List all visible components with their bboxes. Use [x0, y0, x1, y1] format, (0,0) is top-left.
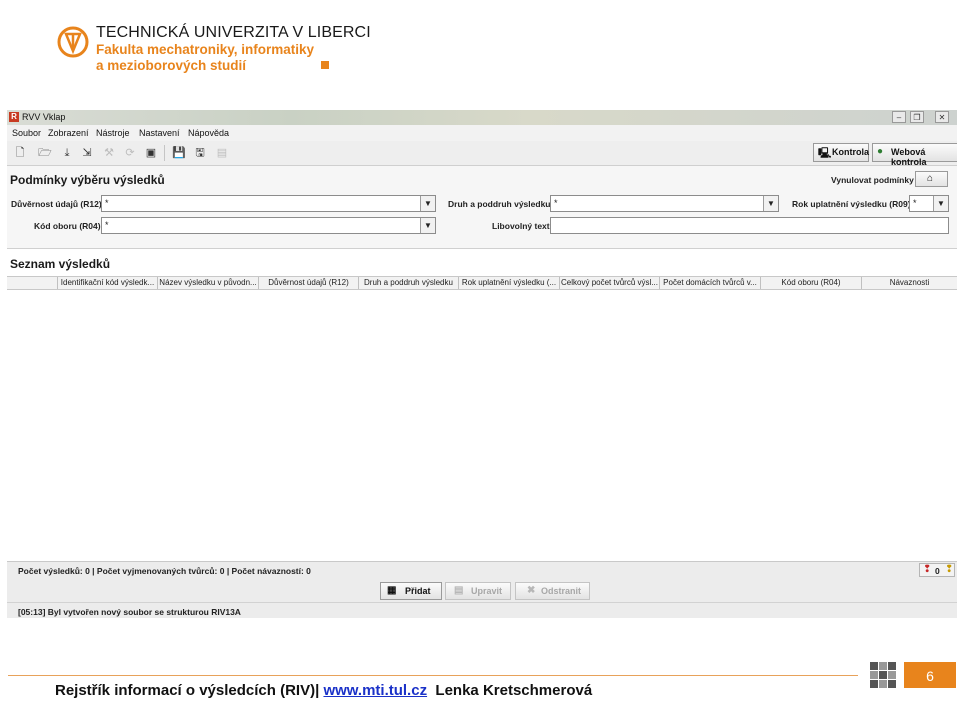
faculty-name-line1: Fakulta mechatroniky, informatiky	[96, 42, 315, 57]
minimize-icon[interactable]: –	[892, 111, 906, 123]
conditions-title: Podmínky výběru výsledků	[10, 173, 165, 187]
column-header-total-authors[interactable]: Celkový počet tvůrců výsl...	[560, 277, 660, 289]
confidentiality-label: Důvěrnost údajů (R12)	[11, 199, 102, 209]
university-name: TECHNICKÁ UNIVERZITA V LIBERCI	[96, 24, 371, 41]
error-counter[interactable]: ❢ 0 ❢	[919, 563, 955, 577]
save-as-icon[interactable]: 🖫	[193, 146, 207, 160]
conditions-panel: Podmínky výběru výsledků Vynulovat podmí…	[7, 166, 957, 249]
results-table-header: Identifikační kód výsledk... Název výsle…	[7, 276, 957, 290]
menu-nastroje[interactable]: Nástroje	[96, 128, 130, 138]
log-bar: [05:13] Byl vytvořen nový soubor se stru…	[7, 602, 957, 618]
tul-logo-icon	[57, 26, 89, 58]
toolbar-separator	[164, 145, 165, 161]
column-header-rownum[interactable]	[7, 277, 58, 289]
tools-icon[interactable]: ⚒	[102, 146, 116, 160]
kontrola-button[interactable]: 🖳 Kontrola	[813, 143, 869, 162]
reset-conditions-label: Vynulovat podmínky	[831, 175, 914, 185]
type-select[interactable]: * ▼	[550, 195, 779, 212]
warning-icon: ❢	[945, 564, 954, 575]
chevron-down-icon[interactable]: ▼	[420, 196, 435, 211]
log-message: [05:13] Byl vytvořen nový soubor se stru…	[18, 607, 241, 617]
year-select[interactable]: * ▼	[909, 195, 949, 212]
monitor-icon: 🖳	[818, 148, 832, 159]
edit-button[interactable]: ▤ Upravit	[445, 582, 511, 600]
footer-author: Lenka Kretschmerová	[435, 682, 593, 699]
free-text-input[interactable]	[550, 217, 949, 234]
reset-conditions-button[interactable]: ⌂	[915, 171, 948, 187]
refresh-icon[interactable]: ⟳	[123, 146, 137, 160]
chevron-down-icon[interactable]: ▼	[420, 218, 435, 233]
menu-nastaveni[interactable]: Nastavení	[139, 128, 180, 138]
faculty-name-line2: a mezioborových studií	[96, 58, 247, 73]
export-icon[interactable]: ⇲	[80, 146, 94, 160]
menu-bar: Soubor Zobrazení Nástroje Nastavení Nápo…	[7, 125, 957, 142]
package-icon[interactable]: ▣	[144, 146, 158, 160]
results-panel: Seznam výsledků Identifikační kód výsled…	[7, 249, 957, 561]
page-number: 6	[904, 662, 956, 688]
action-bar: ▦ Přidat ▤ Upravit ✖ Odstranit	[7, 578, 957, 602]
import-icon[interactable]: ⤓	[60, 146, 74, 160]
chevron-down-icon[interactable]: ▼	[763, 196, 778, 211]
type-label: Druh a poddruh výsledku	[448, 199, 551, 209]
close-icon[interactable]: ✕	[935, 111, 949, 123]
chevron-down-icon[interactable]: ▼	[933, 196, 948, 211]
column-header-id[interactable]: Identifikační kód výsledk...	[58, 277, 158, 289]
add-icon: ▦	[387, 585, 397, 596]
grid-logo-icon	[870, 662, 896, 688]
year-label: Rok uplatnění výsledku (R09)	[792, 199, 911, 209]
error-icon: ❢	[923, 564, 932, 575]
footer-link[interactable]: www.mti.tul.cz	[323, 682, 427, 699]
remove-icon: ✖	[527, 585, 536, 596]
field-label: Kód oboru (R04)	[34, 221, 101, 231]
print-icon[interactable]: ▤	[215, 146, 229, 160]
globe-icon: ●	[877, 146, 884, 157]
app-window: R RVV Vklap – ❐ ✕ Soubor Zobrazení Nástr…	[7, 110, 957, 618]
app-icon: R	[9, 112, 19, 122]
column-header-links[interactable]: Návaznosti	[862, 277, 957, 289]
confidentiality-select[interactable]: * ▼	[101, 195, 436, 212]
column-header-confidentiality[interactable]: Důvěrnost údajů (R12)	[259, 277, 359, 289]
remove-button[interactable]: ✖ Odstranit	[515, 582, 590, 600]
web-kontrola-button[interactable]: ● Webová kontrola	[872, 143, 957, 167]
column-header-type[interactable]: Druh a poddruh výsledku	[359, 277, 459, 289]
field-select[interactable]: * ▼	[101, 217, 436, 234]
menu-napoveda[interactable]: Nápověda	[188, 128, 229, 138]
save-icon[interactable]: 💾	[172, 146, 186, 160]
open-folder-icon[interactable]: 🗁	[38, 146, 52, 160]
edit-icon: ▤	[454, 585, 464, 596]
add-button[interactable]: ▦ Přidat	[380, 582, 442, 600]
status-counts: Počet výsledků: 0 | Počet vyjmenovaných …	[18, 566, 311, 576]
status-bar: Počet výsledků: 0 | Počet vyjmenovaných …	[7, 561, 957, 579]
column-header-domestic-authors[interactable]: Počet domácích tvůrců v...	[660, 277, 761, 289]
column-header-field[interactable]: Kód oboru (R04)	[761, 277, 862, 289]
logo-square-icon	[321, 61, 329, 69]
column-header-year[interactable]: Rok uplatnění výsledku (...	[459, 277, 560, 289]
window-title: RVV Vklap	[22, 112, 66, 122]
menu-zobrazeni[interactable]: Zobrazení	[48, 128, 89, 138]
maximize-icon[interactable]: ❐	[910, 111, 924, 123]
column-header-name[interactable]: Název výsledku v původn...	[158, 277, 259, 289]
title-bar: R RVV Vklap – ❐ ✕	[7, 110, 957, 125]
results-title: Seznam výsledků	[10, 257, 111, 271]
footer-title: Rejstřík informací o výsledcích (RIV)|	[55, 682, 320, 699]
new-file-icon[interactable]: 🗋	[13, 146, 27, 160]
home-icon: ⌂	[927, 173, 934, 184]
toolbar: 🗋 🗁 ⤓ ⇲ ⚒ ⟳ ▣ 💾 🖫 ▤ 🖳 Kontrola ● Webová …	[7, 141, 957, 167]
footer-text: Rejstřík informací o výsledcích (RIV)| w…	[55, 682, 592, 699]
footer-divider	[8, 675, 858, 676]
free-text-label: Libovolný text	[492, 221, 550, 231]
menu-soubor[interactable]: Soubor	[12, 128, 41, 138]
